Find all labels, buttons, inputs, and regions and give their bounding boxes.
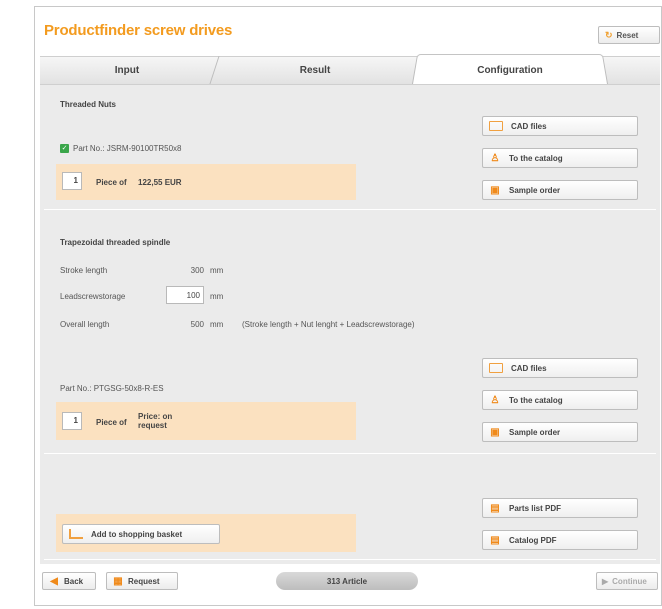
nut-cad-files-label: CAD files bbox=[511, 121, 547, 131]
spindle-price-request: Price: on request bbox=[138, 412, 173, 430]
sample-order-icon: ▣ bbox=[490, 426, 500, 438]
continue-label: Continue bbox=[612, 576, 647, 586]
stroke-length-value: 300 bbox=[190, 266, 204, 275]
spindle-to-catalog-label: To the catalog bbox=[509, 395, 563, 405]
nut-to-catalog-label: To the catalog bbox=[509, 153, 563, 163]
overall-length-formula: (Stroke length + Nut lenght + Leadscrews… bbox=[242, 320, 415, 329]
spindle-part-number: Part No.: PTGSG-50x8-R-ES bbox=[60, 384, 164, 393]
spindle-sample-order-label: Sample order bbox=[509, 427, 561, 437]
sample-order-icon: ▣ bbox=[490, 184, 500, 196]
leadscrew-storage-label: Leadscrewstorage bbox=[60, 292, 126, 301]
shopping-cart-icon bbox=[69, 529, 83, 539]
parts-list-pdf-button[interactable]: ▤ Parts list PDF bbox=[482, 498, 638, 518]
spindle-cad-files-label: CAD files bbox=[511, 363, 547, 373]
nut-title: Threaded Nuts bbox=[60, 100, 117, 109]
cad-files-icon bbox=[489, 121, 503, 131]
overall-length-unit: mm bbox=[210, 320, 224, 329]
pdf-icon: ▤ bbox=[490, 534, 500, 546]
reset-label: Reset bbox=[616, 30, 639, 40]
catalog-pdf-button[interactable]: ▤ Catalog PDF bbox=[482, 530, 638, 550]
leadscrew-storage-input[interactable]: 100 bbox=[166, 286, 204, 304]
overall-length-label: Overall length bbox=[60, 320, 110, 329]
catalog-icon: ♙ bbox=[490, 394, 500, 406]
request-button[interactable]: ▦ Request bbox=[106, 572, 178, 590]
stroke-length-label: Stroke length bbox=[60, 266, 108, 275]
add-to-basket-button[interactable]: Add to shopping basket bbox=[62, 524, 220, 544]
continue-button[interactable]: ▶ Continue bbox=[596, 572, 658, 590]
nut-part-number: ✓ Part No.: JSRM-90100TR50x8 bbox=[60, 144, 182, 153]
spindle-sample-order-button[interactable]: ▣ Sample order bbox=[482, 422, 638, 442]
parts-list-pdf-label: Parts list PDF bbox=[509, 503, 562, 513]
nut-sample-order-button[interactable]: ▣ Sample order bbox=[482, 180, 638, 200]
pdf-icon: ▤ bbox=[490, 502, 500, 514]
checkbox-checked-icon[interactable]: ✓ bbox=[60, 144, 69, 153]
spindle-quantity-input[interactable]: 1 bbox=[62, 412, 82, 430]
arrow-left-icon: ◀ bbox=[50, 575, 58, 587]
catalog-pdf-label: Catalog PDF bbox=[509, 535, 557, 545]
nut-sample-order-label: Sample order bbox=[509, 185, 561, 195]
nut-to-catalog-button[interactable]: ♙ To the catalog bbox=[482, 148, 638, 168]
tab-result[interactable]: Result bbox=[220, 56, 410, 84]
tab-configuration[interactable]: Configuration bbox=[414, 56, 606, 84]
nut-piece-of-label: Piece of bbox=[96, 178, 127, 187]
back-label: Back bbox=[64, 576, 84, 586]
nut-part-number-text: Part No.: JSRM-90100TR50x8 bbox=[73, 144, 182, 153]
page-title: Productfinder screw drives bbox=[44, 22, 233, 39]
nut-price-value: 122,55 EUR bbox=[138, 178, 182, 187]
request-icon: ▦ bbox=[113, 575, 123, 587]
back-button[interactable]: ◀ Back bbox=[42, 572, 96, 590]
nut-cad-files-button[interactable]: CAD files bbox=[482, 116, 638, 136]
refresh-icon: ↻ bbox=[605, 29, 613, 40]
footer-bar: ◀ Back ▦ Request 313 Article ▶ Continue bbox=[40, 572, 660, 600]
overall-length-value: 500 bbox=[190, 320, 204, 329]
stroke-length-unit: mm bbox=[210, 266, 224, 275]
tab-bar: Input Result Configuration bbox=[40, 52, 660, 84]
request-label: Request bbox=[128, 576, 160, 586]
spindle-to-catalog-button[interactable]: ♙ To the catalog bbox=[482, 390, 638, 410]
spindle-title: Trapezoidal threaded spindle bbox=[60, 238, 171, 247]
catalog-icon: ♙ bbox=[490, 152, 500, 164]
spindle-cad-files-button[interactable]: CAD files bbox=[482, 358, 638, 378]
leadscrew-storage-unit: mm bbox=[210, 292, 224, 301]
arrow-right-icon: ▶ bbox=[602, 576, 609, 586]
reset-button[interactable]: ↻ Reset bbox=[598, 26, 660, 44]
cad-files-icon bbox=[489, 363, 503, 373]
spindle-part-number-text: Part No.: PTGSG-50x8-R-ES bbox=[60, 384, 164, 393]
tab-input[interactable]: Input bbox=[40, 56, 214, 84]
add-to-basket-label: Add to shopping basket bbox=[91, 529, 183, 539]
article-count: 313 Article bbox=[276, 572, 418, 590]
spindle-piece-of-label: Piece of bbox=[96, 418, 127, 427]
nut-quantity-input[interactable]: 1 bbox=[62, 172, 82, 190]
